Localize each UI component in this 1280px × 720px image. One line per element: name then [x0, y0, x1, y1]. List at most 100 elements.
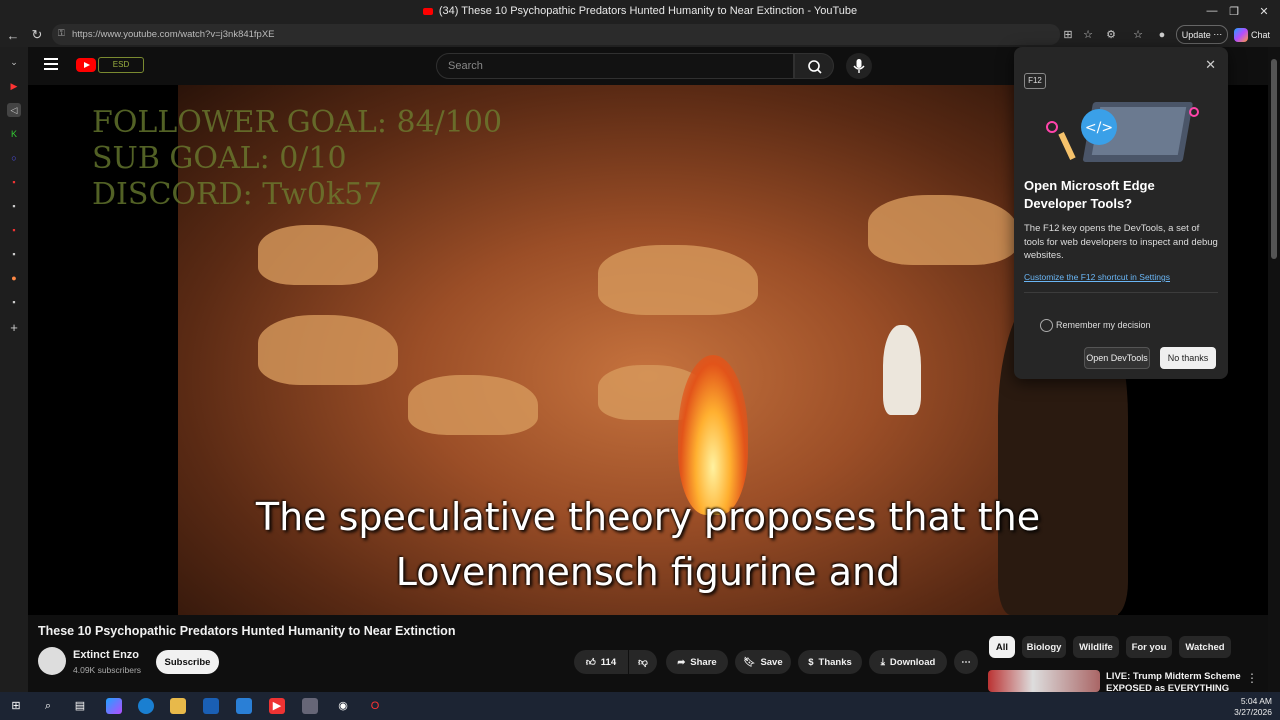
window-titlebar: (34) These 10 Psychopathic Predators Hun… — [0, 0, 1280, 22]
no-thanks-button[interactable]: No thanks — [1160, 347, 1216, 369]
update-button[interactable]: Update ⋯ — [1176, 25, 1228, 44]
follower-goal-text: FOLLOWER GOAL: 84/100 — [92, 105, 503, 140]
thanks-button[interactable]: $ Thanks — [798, 650, 862, 674]
sidebar-app-icon[interactable]: ● — [7, 271, 21, 285]
like-button[interactable]: 👍︎ 114 — [574, 650, 628, 674]
sidebar-app-icon[interactable]: ▪ — [7, 223, 21, 237]
edge-taskbar-icon[interactable] — [138, 698, 154, 714]
restore-button[interactable]: ❐ — [1218, 0, 1250, 22]
thanks-icon: $ — [808, 656, 814, 668]
taskbar-search-icon[interactable]: ⌕ — [40, 698, 56, 714]
open-devtools-button[interactable]: Open DevTools — [1084, 347, 1150, 369]
thumbs-down-icon: 👎︎ — [638, 657, 648, 668]
video-subtitles: The speculative theory proposes that the… — [28, 490, 1268, 600]
chip-all[interactable]: All — [989, 636, 1015, 658]
thumbs-up-icon: 👍︎ — [585, 657, 596, 668]
svg-text:</>: </> — [1085, 120, 1113, 136]
window-title: (34) These 10 Psychopathic Predators Hun… — [438, 5, 858, 17]
subtitle-line: The speculative theory proposes that the — [255, 495, 1041, 539]
extensions-icon[interactable]: ⚙ — [1103, 27, 1119, 43]
copilot-chat-button[interactable]: Chat — [1234, 25, 1270, 44]
clock-time[interactable]: 5:04 AM — [1241, 696, 1272, 706]
address-bar[interactable]: ⚿ https://www.youtube.com/watch?v=j3nk84… — [52, 24, 1060, 45]
cave-lion-painting — [868, 195, 1018, 265]
copilot-icon — [1234, 27, 1248, 42]
f12-key-badge: F12 — [1024, 73, 1046, 89]
channel-name[interactable]: Extinct Enzo — [73, 649, 139, 661]
thanks-label: Thanks — [818, 656, 852, 668]
sidebar-add-icon[interactable]: + — [7, 321, 21, 335]
file-explorer-icon[interactable] — [170, 698, 186, 714]
close-icon[interactable]: ✕ — [1205, 57, 1216, 73]
browser-sidebar: ⌄ ▶ ◁ K ○ ▪ ▪ ▪ ▪ ● ▪ + — [0, 47, 28, 692]
devtools-prompt-dialog: ✕ F12 </> Open Microsoft Edge Developer … — [1014, 47, 1228, 379]
sidebar-kick-icon[interactable]: K — [7, 127, 21, 141]
sidebar-app-icon[interactable]: ▪ — [7, 199, 21, 213]
youtube-favicon-icon — [422, 7, 433, 15]
share-button[interactable]: ➦ Share — [666, 650, 728, 674]
page-scrollbar[interactable] — [1268, 47, 1280, 692]
download-button[interactable]: ⤓ Download — [869, 650, 947, 674]
search-placeholder: Search — [448, 60, 483, 72]
menu-hamburger-icon[interactable] — [44, 58, 58, 70]
favorite-star-icon[interactable]: ☆ — [1080, 27, 1096, 43]
app-available-icon[interactable]: ⊞ — [1060, 27, 1076, 43]
search-input[interactable]: Search — [436, 53, 794, 79]
chip-for-you[interactable]: For you — [1126, 636, 1172, 658]
save-button[interactable]: 🔖︎ Save — [735, 650, 791, 674]
recommendation-more-icon[interactable]: ⋮ — [1246, 671, 1258, 685]
subscribe-button[interactable]: Subscribe — [156, 650, 219, 674]
download-label: Download — [889, 656, 936, 668]
browser-toolbar: ← ↻ ⚿ https://www.youtube.com/watch?v=j3… — [0, 22, 1280, 47]
customize-shortcut-link[interactable]: Customize the F12 shortcut in Settings — [1024, 272, 1170, 282]
sidebar-app-icon[interactable]: ▪ — [7, 247, 21, 261]
search-button[interactable] — [794, 53, 834, 79]
sidebar-app-icon[interactable]: ▪ — [7, 295, 21, 309]
channel-avatar[interactable] — [38, 647, 66, 675]
sidebar-mute-icon[interactable]: ◁ — [7, 103, 21, 117]
dislike-button[interactable]: 👎︎ — [629, 650, 657, 674]
cave-lion-painting — [258, 225, 378, 285]
scrollbar-thumb[interactable] — [1271, 59, 1277, 259]
subscriber-count: 4.09K subscribers — [73, 665, 142, 675]
youtube-logo-icon[interactable] — [76, 58, 96, 72]
sidebar-app-icon[interactable]: ▪ — [7, 175, 21, 189]
like-count: 114 — [600, 656, 617, 668]
subtitle-line: Lovenmensch figurine and — [395, 550, 901, 594]
app-icon[interactable] — [302, 698, 318, 714]
clock-date[interactable]: 3/27/2026 — [1234, 707, 1272, 717]
sub-goal-text: SUB GOAL: 0/10 — [92, 141, 347, 176]
channel-doodle-logo[interactable]: ESD — [98, 57, 144, 73]
task-view-icon[interactable]: ▤ — [72, 698, 88, 714]
chat-label: Chat — [1251, 29, 1271, 40]
chip-wildlife[interactable]: Wildlife — [1073, 636, 1119, 658]
more-dots-icon: ⋯ — [961, 656, 971, 668]
sidebar-youtube-icon[interactable]: ▶ — [7, 79, 21, 93]
chip-biology[interactable]: Biology — [1022, 636, 1066, 658]
recommendation-title[interactable]: LIVE: Trump Midterm Scheme EXPOSED as EV… — [1106, 671, 1246, 692]
close-window-button[interactable]: ✕ — [1248, 0, 1280, 22]
refresh-icon[interactable]: ↻ — [28, 26, 46, 44]
store-icon[interactable] — [203, 698, 219, 714]
chip-watched[interactable]: Watched — [1179, 636, 1231, 658]
developer-tools-illustration-icon: </> — [1046, 102, 1199, 162]
voice-search-button[interactable] — [846, 53, 872, 79]
favorites-icon[interactable]: ☆ — [1130, 27, 1146, 43]
copilot-taskbar-icon[interactable] — [106, 698, 122, 714]
video-title: These 10 Psychopathic Predators Hunted H… — [38, 624, 456, 638]
site-info-icon[interactable]: ⚿ — [58, 28, 65, 39]
opera-icon[interactable]: O — [367, 698, 383, 714]
app-icon[interactable]: ◉ — [335, 698, 351, 714]
remember-decision-label[interactable]: Remember my decision — [1056, 320, 1151, 330]
collapse-icon[interactable]: ⌄ — [7, 55, 21, 69]
download-icon: ⤓ — [880, 656, 885, 668]
back-arrow-icon[interactable]: ← — [4, 26, 22, 44]
profile-avatar-icon[interactable]: ● — [1154, 27, 1170, 43]
remember-decision-radio[interactable] — [1040, 319, 1053, 332]
app-icon[interactable] — [236, 698, 252, 714]
youtube-taskbar-icon[interactable]: ▶ — [269, 698, 285, 714]
windows-start-icon[interactable]: ⊞ — [8, 698, 24, 714]
more-actions-button[interactable]: ⋯ — [954, 650, 978, 674]
recommendation-thumbnail[interactable] — [988, 670, 1100, 692]
sidebar-search-icon[interactable]: ○ — [7, 151, 21, 165]
